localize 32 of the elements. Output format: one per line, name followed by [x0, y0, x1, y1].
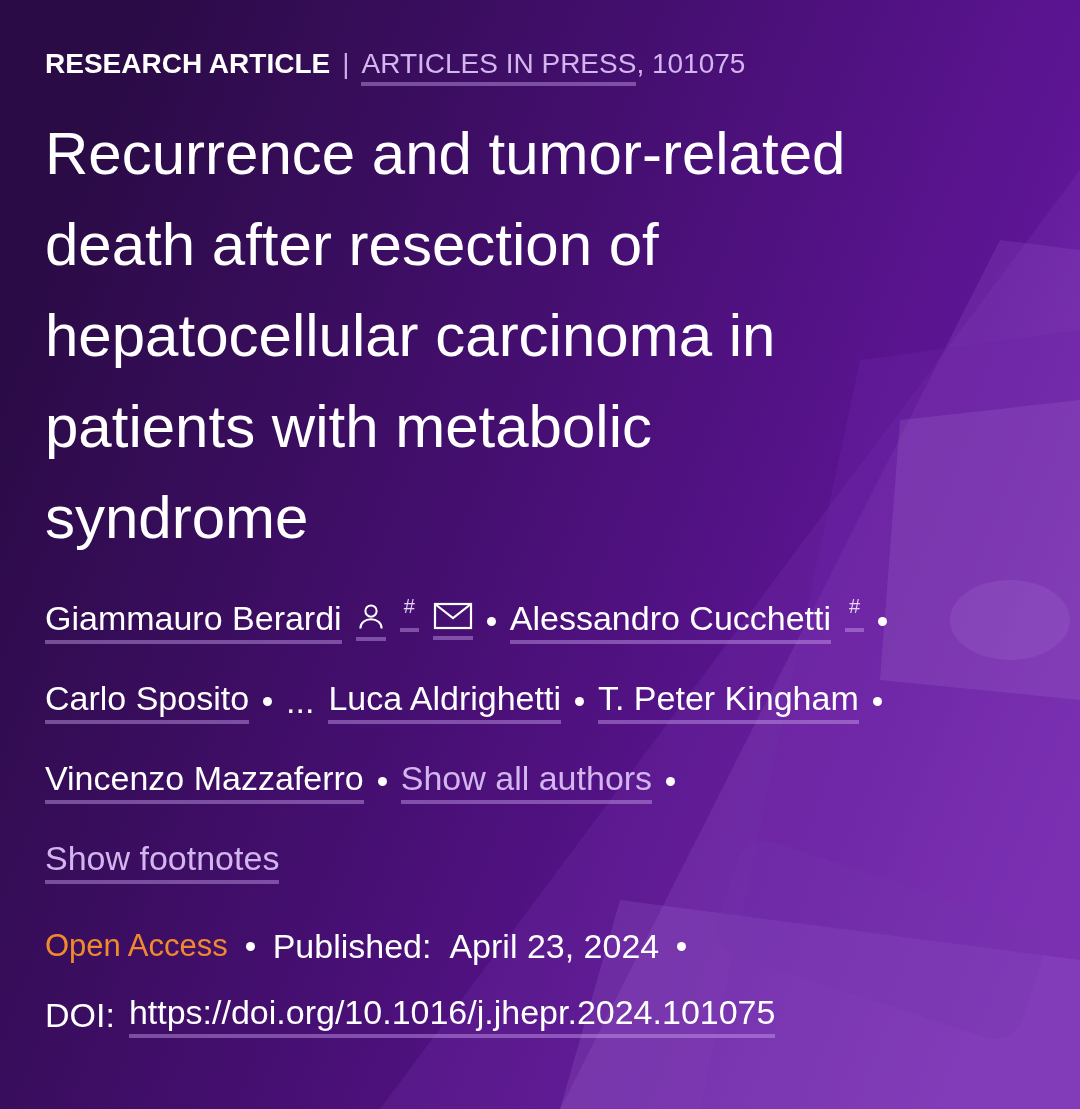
separator-dot: [263, 696, 273, 706]
separator-dot: [878, 616, 888, 626]
show-more-link[interactable]: Show footnotes: [45, 838, 280, 884]
doi-link[interactable]: https://doi.org/10.1016/j.jhepr.2024.101075: [128, 993, 776, 1038]
person-icon[interactable]: [355, 601, 386, 641]
separator-dot: [872, 696, 882, 706]
article-type: RESEARCH ARTICLE: [45, 48, 331, 80]
article-title: Recurrence and tumor-related death after resection of hepatocellular carcinoma in patients with metabolic syndrome: [45, 119, 847, 553]
separator-dot: [245, 941, 255, 951]
separator-dot: [377, 776, 387, 786]
separator-dot: [677, 941, 687, 951]
author-link[interactable]: Luca Aldrighetti: [328, 678, 561, 724]
issue-number: , 101075: [636, 48, 746, 80]
author-link[interactable]: Vincenzo Mazzaferro: [45, 758, 364, 804]
doi-label: DOI:: [45, 996, 115, 1035]
author-link[interactable]: T. Peter Kingham: [597, 678, 859, 724]
divider: |: [342, 48, 350, 80]
author-link[interactable]: Carlo Sposito: [45, 678, 250, 724]
separator-dot: [574, 696, 584, 706]
footnote-mark[interactable]: #: [399, 595, 419, 632]
author-link[interactable]: Giammauro Berardi: [45, 598, 342, 644]
separator-dot: [666, 776, 676, 786]
ellipsis: ...: [286, 681, 315, 721]
show-more-link[interactable]: Show all authors: [400, 758, 653, 804]
issue-link[interactable]: ARTICLES IN PRESS: [361, 48, 637, 86]
footnote-mark[interactable]: #: [845, 595, 865, 632]
published-date: April 23, 2024: [449, 926, 660, 966]
separator-dot: [486, 616, 496, 626]
access-label: Open Access: [45, 928, 228, 964]
author-link[interactable]: Alessandro Cucchetti: [509, 598, 832, 644]
published-label: Published:: [272, 926, 432, 966]
mail-icon[interactable]: [432, 602, 473, 640]
